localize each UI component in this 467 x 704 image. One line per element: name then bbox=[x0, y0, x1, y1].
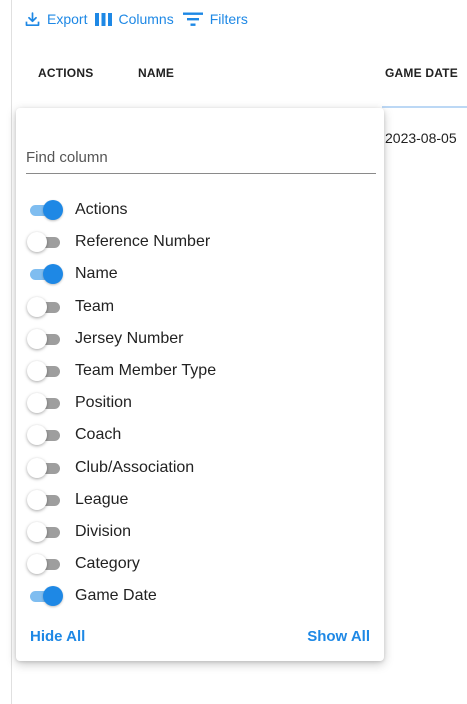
show-all-button[interactable]: Show All bbox=[307, 628, 370, 645]
column-toggle-row[interactable]: Reference Number bbox=[27, 226, 377, 258]
find-column-field bbox=[26, 140, 376, 174]
download-icon bbox=[24, 11, 41, 28]
toggle-thumb bbox=[27, 521, 47, 542]
column-toggle-label: League bbox=[75, 490, 129, 508]
toggle-thumb bbox=[27, 361, 47, 382]
table-header-row: ACTIONS NAME GAME DATE bbox=[12, 54, 467, 94]
column-toggle-row[interactable]: League bbox=[27, 484, 377, 516]
toggle-switch[interactable] bbox=[27, 586, 63, 607]
grid-toolbar: Export Columns Filters bbox=[24, 8, 248, 30]
view-column-icon bbox=[95, 12, 113, 27]
toggle-thumb bbox=[27, 328, 47, 349]
find-column-input[interactable] bbox=[26, 144, 376, 170]
column-header-actions[interactable]: ACTIONS bbox=[38, 66, 93, 80]
column-toggle-row[interactable]: Category bbox=[27, 548, 377, 580]
column-toggle-label: Reference Number bbox=[75, 233, 211, 251]
column-toggle-label: Division bbox=[75, 522, 132, 540]
column-toggle-row[interactable]: Coach bbox=[27, 419, 377, 451]
column-toggle-label: Game Date bbox=[75, 587, 157, 605]
export-label: Export bbox=[47, 11, 88, 27]
columns-panel: Actions Reference Number Name Team Jersey Nu… bbox=[16, 108, 384, 661]
column-toggle-label: Club/Association bbox=[75, 458, 195, 476]
column-toggle-label: Team Member Type bbox=[75, 362, 217, 380]
toggle-switch[interactable] bbox=[27, 264, 63, 285]
toggle-thumb bbox=[43, 264, 63, 285]
column-toggle-row[interactable]: Team bbox=[27, 291, 377, 323]
hide-all-button[interactable]: Hide All bbox=[30, 628, 85, 645]
column-toggle-row[interactable]: Jersey Number bbox=[27, 323, 377, 355]
column-toggle-row[interactable]: Actions bbox=[27, 194, 377, 226]
toggle-switch[interactable] bbox=[27, 521, 63, 542]
column-toggle-label: Category bbox=[75, 555, 140, 573]
column-toggle-row[interactable]: Game Date bbox=[27, 580, 377, 612]
toggle-switch[interactable] bbox=[27, 328, 63, 349]
filters-label: Filters bbox=[209, 11, 248, 27]
column-toggle-label: Team bbox=[75, 297, 115, 315]
toggle-thumb bbox=[27, 425, 47, 446]
column-header-game-date[interactable]: GAME DATE bbox=[385, 66, 458, 80]
column-toggle-label: Actions bbox=[75, 201, 128, 219]
toggle-thumb bbox=[27, 489, 47, 510]
filters-button[interactable]: Filters bbox=[182, 11, 248, 27]
column-toggle-list: Actions Reference Number Name Team Jersey Nu… bbox=[27, 194, 377, 612]
toggle-thumb bbox=[27, 296, 47, 317]
toggle-thumb bbox=[27, 554, 47, 575]
columns-label: Columns bbox=[118, 11, 174, 27]
left-border bbox=[11, 0, 12, 704]
column-toggle-label: Jersey Number bbox=[75, 329, 184, 347]
column-header-name[interactable]: NAME bbox=[138, 66, 174, 80]
toggle-switch[interactable] bbox=[27, 554, 63, 575]
column-toggle-row[interactable]: Name bbox=[27, 258, 377, 290]
toggle-switch[interactable] bbox=[27, 457, 63, 478]
column-toggle-row[interactable]: Division bbox=[27, 516, 377, 548]
column-toggle-row[interactable]: Position bbox=[27, 387, 377, 419]
header-underline bbox=[382, 106, 467, 108]
toggle-switch[interactable] bbox=[27, 200, 63, 221]
column-toggle-row[interactable]: Team Member Type bbox=[27, 355, 377, 387]
toggle-switch[interactable] bbox=[27, 296, 63, 317]
column-toggle-row[interactable]: Club/Association bbox=[27, 452, 377, 484]
toggle-switch[interactable] bbox=[27, 361, 63, 382]
column-toggle-label: Position bbox=[75, 394, 132, 412]
table-cell-game-date: 2023-08-05 bbox=[385, 130, 457, 146]
toggle-thumb bbox=[43, 200, 63, 221]
toggle-switch[interactable] bbox=[27, 232, 63, 253]
filter-list-icon bbox=[182, 11, 204, 27]
toggle-switch[interactable] bbox=[27, 393, 63, 414]
column-toggle-label: Name bbox=[75, 265, 118, 283]
toggle-thumb bbox=[43, 586, 63, 607]
panel-footer: Hide All Show All bbox=[30, 625, 370, 647]
toggle-switch[interactable] bbox=[27, 425, 63, 446]
toggle-switch[interactable] bbox=[27, 489, 63, 510]
columns-button[interactable]: Columns bbox=[95, 11, 174, 27]
toggle-thumb bbox=[27, 393, 47, 414]
toggle-thumb bbox=[27, 457, 47, 478]
export-button[interactable]: Export bbox=[24, 11, 87, 28]
data-grid-screen: Export Columns Filters ACTIONS NAME GAME… bbox=[0, 0, 467, 704]
toggle-thumb bbox=[27, 232, 47, 253]
column-toggle-label: Coach bbox=[75, 426, 122, 444]
